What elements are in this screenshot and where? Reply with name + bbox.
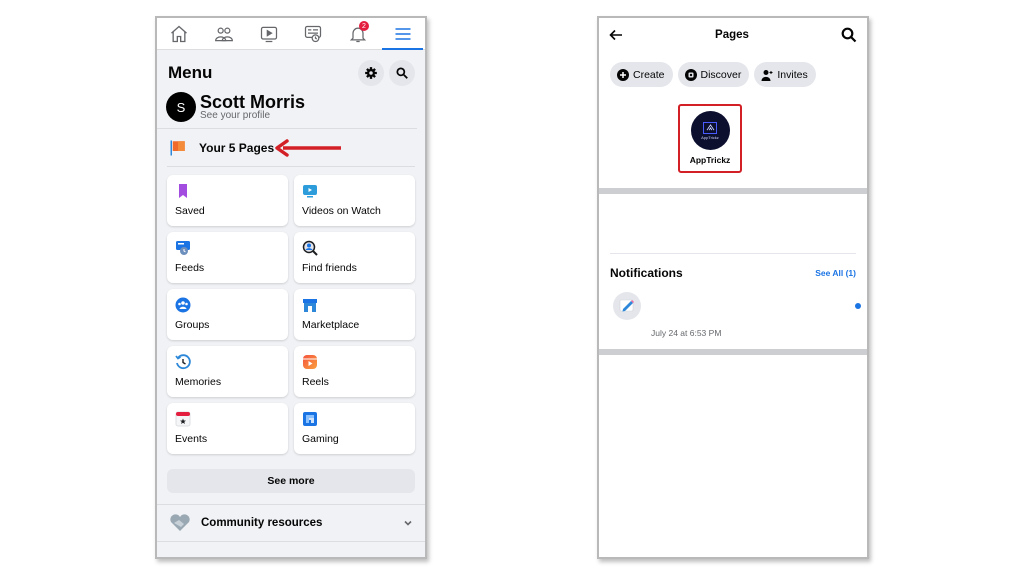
discover-icon bbox=[684, 68, 697, 81]
shortcuts-grid: Saved Videos on Watch Feeds Find friends… bbox=[157, 167, 425, 454]
page-avatar: AppTrickz bbox=[690, 111, 730, 150]
home-icon bbox=[171, 25, 188, 42]
notification-time: July 24 at 6:53 PM bbox=[651, 328, 722, 338]
search-button[interactable] bbox=[389, 60, 415, 86]
community-resources-row[interactable]: Community resources bbox=[157, 505, 425, 542]
page-name: AppTrickz bbox=[689, 155, 731, 165]
invite-person-icon bbox=[761, 69, 773, 81]
bookmark-icon bbox=[179, 184, 187, 198]
page-title: Pages bbox=[715, 29, 749, 41]
friends-icon bbox=[215, 27, 233, 41]
shortcut-feeds[interactable]: Feeds bbox=[167, 232, 288, 283]
shortcut-label: Events bbox=[175, 433, 208, 445]
profile-link[interactable]: S Scott Morris See your profile bbox=[157, 88, 417, 129]
shortcut-memories[interactable]: Memories bbox=[167, 346, 288, 397]
gaming-icon bbox=[303, 412, 317, 426]
avatar: S bbox=[166, 92, 196, 122]
shortcut-label: Saved bbox=[175, 205, 205, 217]
shortcut-reels[interactable]: Reels bbox=[294, 346, 415, 397]
plus-circle-icon bbox=[617, 68, 629, 81]
gear-icon bbox=[365, 67, 377, 79]
page-logo-text: AppTrickz bbox=[701, 134, 719, 140]
discover-chip[interactable]: Discover bbox=[677, 62, 750, 87]
shortcut-label: Memories bbox=[175, 376, 222, 388]
feeds-icon bbox=[305, 25, 322, 42]
back-arrow-icon[interactable] bbox=[609, 28, 623, 42]
pencil-edit-icon bbox=[619, 299, 634, 312]
video-icon bbox=[303, 185, 317, 198]
settings-button[interactable] bbox=[358, 60, 384, 86]
shortcut-events[interactable]: Events bbox=[167, 403, 288, 454]
tab-menu[interactable] bbox=[380, 18, 425, 50]
find-friends-icon bbox=[302, 240, 318, 256]
reels-icon bbox=[303, 355, 317, 369]
search-icon[interactable] bbox=[841, 27, 857, 43]
menu-screen: 2 Menu S Scott Morris See your profile Y… bbox=[155, 16, 427, 559]
tab-home[interactable] bbox=[157, 18, 202, 49]
red-arrow-annotation bbox=[275, 139, 341, 157]
shortcut-videos-on-watch[interactable]: Videos on Watch bbox=[294, 175, 415, 226]
section-separator bbox=[599, 349, 867, 355]
handshake-heart-icon bbox=[170, 514, 190, 531]
shortcut-groups[interactable]: Groups bbox=[167, 289, 288, 340]
marketplace-icon bbox=[303, 299, 317, 312]
shortcut-find-friends[interactable]: Find friends bbox=[294, 232, 415, 283]
shortcut-label: Reels bbox=[302, 376, 329, 388]
events-icon bbox=[175, 411, 191, 427]
profile-name: Scott Morris bbox=[200, 92, 306, 112]
shortcut-label: Find friends bbox=[302, 262, 357, 274]
shortcut-label: Feeds bbox=[175, 262, 205, 274]
see-all-link[interactable]: See All (1) bbox=[815, 268, 856, 278]
tab-friends[interactable] bbox=[202, 18, 247, 49]
tab-watch[interactable] bbox=[246, 18, 291, 49]
tab-feeds[interactable] bbox=[291, 18, 336, 49]
divider bbox=[610, 253, 856, 254]
community-resources-label: Community resources bbox=[201, 517, 323, 529]
shortcut-label: Groups bbox=[175, 319, 210, 331]
profile-subtitle: See your profile bbox=[200, 110, 271, 121]
section-separator bbox=[599, 188, 867, 194]
chip-label: Invites bbox=[777, 68, 808, 81]
your-pages-label: Your 5 Pages bbox=[199, 140, 275, 155]
see-more-button[interactable]: See more bbox=[167, 469, 415, 493]
shortcut-label: Videos on Watch bbox=[302, 205, 381, 217]
notification-badge: 2 bbox=[358, 21, 369, 31]
unread-dot bbox=[855, 303, 861, 309]
notification-item[interactable]: July 24 at 6:53 PM bbox=[613, 292, 863, 342]
pages-flag-icon bbox=[170, 140, 185, 155]
watch-icon bbox=[260, 26, 277, 42]
chip-row: Create Discover Invites bbox=[599, 52, 867, 87]
chip-label: Create bbox=[633, 68, 665, 81]
page-apptrickz[interactable]: AppTrickz AppTrickz bbox=[678, 104, 742, 173]
shortcut-saved[interactable]: Saved bbox=[167, 175, 288, 226]
pages-screen: Pages Create Discover Invites AppTrickz … bbox=[597, 16, 869, 559]
page-title: Menu bbox=[168, 63, 213, 82]
shortcut-marketplace[interactable]: Marketplace bbox=[294, 289, 415, 340]
your-pages-link[interactable]: Your 5 Pages bbox=[167, 129, 415, 167]
shortcut-label: Marketplace bbox=[302, 319, 360, 331]
menu-icon bbox=[395, 27, 411, 40]
apptrickz-logo-icon bbox=[703, 121, 717, 134]
groups-icon bbox=[175, 297, 191, 313]
tab-notifications[interactable]: 2 bbox=[336, 18, 381, 49]
memories-icon bbox=[175, 354, 191, 370]
feeds-icon bbox=[176, 241, 190, 255]
shortcut-label: Gaming bbox=[302, 433, 339, 445]
invites-chip[interactable]: Invites bbox=[754, 62, 816, 87]
create-chip[interactable]: Create bbox=[610, 62, 673, 87]
chevron-down-icon bbox=[404, 520, 412, 526]
shortcut-gaming[interactable]: Gaming bbox=[294, 403, 415, 454]
notification-icon bbox=[613, 292, 641, 320]
notifications-title: Notifications bbox=[610, 266, 683, 280]
top-navigation: 2 bbox=[157, 18, 425, 50]
search-icon bbox=[396, 67, 408, 79]
chip-label: Discover bbox=[700, 68, 742, 81]
